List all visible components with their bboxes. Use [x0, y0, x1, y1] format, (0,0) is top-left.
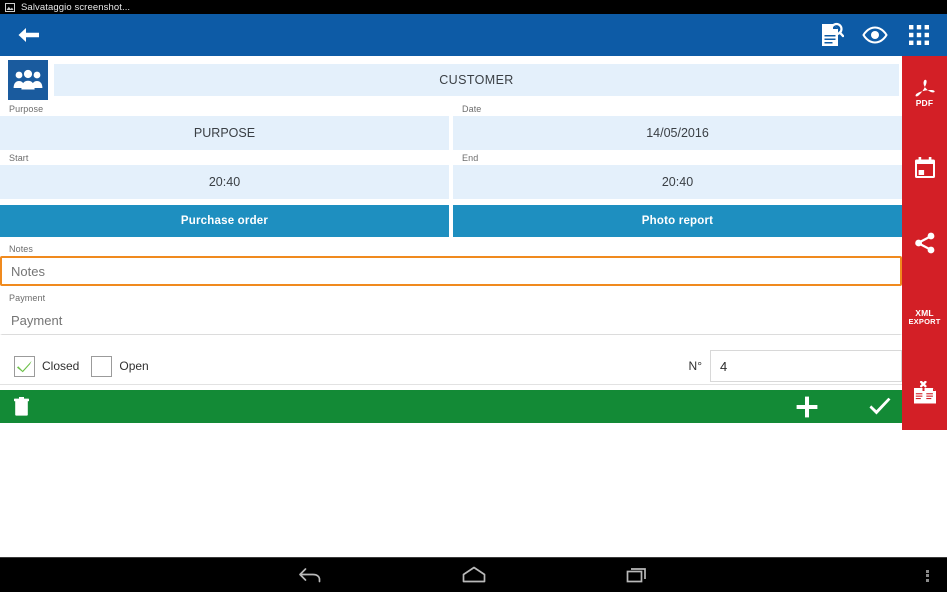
closed-checkbox[interactable] [14, 355, 35, 377]
content-area: CUSTOMER Purpose PURPOSE Date 14/05/2016… [0, 56, 947, 592]
pdf-label: PDF [915, 97, 934, 108]
plus-icon[interactable] [796, 396, 818, 418]
closed-label: Closed [42, 359, 80, 373]
start-field: Start 20:40 [0, 150, 449, 199]
share-icon [914, 232, 934, 254]
notes-input[interactable] [0, 256, 902, 286]
purpose-label: Purpose [9, 104, 44, 114]
notes-field: Notes [0, 241, 902, 286]
back-arrow-icon[interactable] [14, 21, 42, 49]
overflow-dot [926, 569, 929, 573]
pdf-export-button[interactable]: PDF [902, 56, 947, 131]
action-bar [0, 390, 902, 423]
customers-group-icon[interactable] [8, 60, 48, 100]
apps-grid-icon[interactable] [897, 14, 941, 56]
payment-field: Payment [0, 290, 902, 335]
purpose-value[interactable]: PURPOSE [0, 116, 449, 150]
date-field: Date 14/05/2016 [453, 101, 902, 150]
calendar-icon [914, 157, 935, 179]
divider [0, 384, 902, 385]
xml-export-button[interactable]: XML EXPORT [902, 280, 947, 355]
status-number-row: Closed Open N° [0, 350, 902, 382]
start-value[interactable]: 20:40 [0, 165, 449, 199]
photo-report-button[interactable]: Photo report [453, 205, 902, 237]
start-label: Start [9, 153, 29, 163]
document-search-icon[interactable] [809, 14, 853, 56]
start-end-row: Start 20:40 End 20:40 [0, 150, 902, 199]
end-value[interactable]: 20:40 [453, 165, 902, 199]
delete-documents-button[interactable] [902, 355, 947, 430]
open-label: Open [119, 359, 149, 373]
number-label: N° [688, 359, 702, 373]
delete-documents-icon [913, 380, 936, 404]
open-checkbox[interactable] [91, 355, 113, 377]
purpose-field: Purpose PURPOSE [0, 101, 449, 150]
share-button[interactable] [902, 206, 947, 281]
app-bar [0, 14, 947, 56]
payment-label: Payment [9, 293, 46, 303]
purpose-date-row: Purpose PURPOSE Date 14/05/2016 [0, 101, 902, 150]
nav-overflow-icon[interactable] [926, 558, 929, 592]
date-label: Date [462, 104, 482, 114]
eye-icon[interactable] [853, 14, 897, 56]
image-saved-icon [5, 2, 15, 12]
overflow-dot [926, 578, 929, 582]
payment-input[interactable] [0, 305, 902, 335]
customer-value[interactable]: CUSTOMER [54, 64, 899, 96]
side-rail: PDF XML EXPORT [902, 56, 947, 430]
date-value[interactable]: 14/05/2016 [453, 116, 902, 150]
xml-export-label: EXPORT [908, 317, 941, 327]
end-label: End [462, 153, 479, 163]
check-icon[interactable] [868, 397, 892, 417]
end-field: End 20:40 [453, 150, 902, 199]
nav-recents-icon[interactable] [591, 558, 685, 592]
trash-icon[interactable] [14, 397, 29, 416]
customer-row: CUSTOMER [0, 56, 902, 101]
purchase-order-button[interactable]: Purchase order [0, 205, 449, 237]
service-report-form: CUSTOMER Purpose PURPOSE Date 14/05/2016… [0, 56, 902, 423]
overflow-dot [926, 574, 929, 577]
pdf-icon [915, 79, 935, 97]
document-buttons-row: Purchase order Photo report [0, 205, 902, 237]
status-bar-text: Salvataggio screenshot... [21, 1, 131, 13]
notes-label: Notes [9, 244, 34, 254]
calendar-button[interactable] [902, 131, 947, 206]
nav-back-icon[interactable] [263, 558, 357, 592]
nav-home-icon[interactable] [427, 558, 521, 592]
android-navigation-bar [0, 557, 947, 592]
android-status-bar: Salvataggio screenshot... [0, 0, 947, 14]
number-input[interactable] [710, 350, 902, 382]
